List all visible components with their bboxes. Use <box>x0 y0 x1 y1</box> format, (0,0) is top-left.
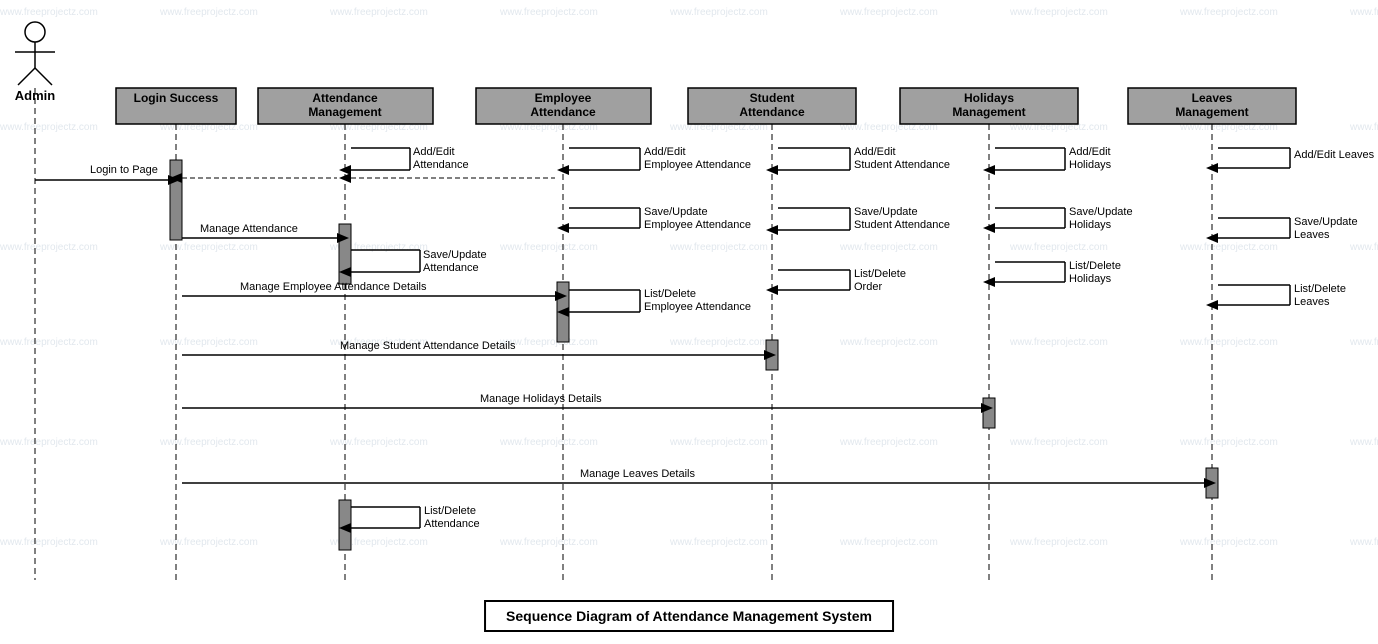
admin-actor-leg-left <box>18 68 35 85</box>
svg-text:www.freeprojectz.com: www.freeprojectz.com <box>1179 537 1278 548</box>
svg-text:www.freeprojectz.com: www.freeprojectz.com <box>1349 337 1378 348</box>
leaves-mgmt-label2: Management <box>1175 105 1248 119</box>
employee-attendance-label1: Employee <box>535 91 592 105</box>
msg-save-leaves-label2: Leaves <box>1294 229 1330 241</box>
svg-text:www.freeprojectz.com: www.freeprojectz.com <box>669 537 768 548</box>
svg-text:www.freeprojectz.com: www.freeprojectz.com <box>159 537 258 548</box>
svg-text:www.freeprojectz.com: www.freeprojectz.com <box>669 242 768 253</box>
svg-text:www.freeprojectz.com: www.freeprojectz.com <box>1349 437 1378 448</box>
diagram-canvas: www.freeprojectz.com www.freeprojectz.co… <box>0 0 1378 644</box>
msg-login-to-page-label: Login to Page <box>90 164 158 176</box>
svg-text:www.freeprojectz.com: www.freeprojectz.com <box>0 437 98 448</box>
svg-text:www.freeprojectz.com: www.freeprojectz.com <box>839 242 938 253</box>
msg-add-holidays-label2: Holidays <box>1069 159 1112 171</box>
svg-text:www.freeprojectz.com: www.freeprojectz.com <box>0 7 98 18</box>
svg-text:www.freeprojectz.com: www.freeprojectz.com <box>669 337 768 348</box>
msg-add-student-label1: Add/Edit <box>854 146 896 158</box>
attendance-mgmt-label1: Attendance <box>312 91 378 105</box>
svg-text:www.freeprojectz.com: www.freeprojectz.com <box>839 537 938 548</box>
login-success-activation <box>170 160 182 240</box>
msg-save-student-label1: Save/Update <box>854 206 918 218</box>
msg-save-update-attendance-label2: Attendance <box>423 262 479 274</box>
svg-text:www.freeprojectz.com: www.freeprojectz.com <box>159 242 258 253</box>
diagram-title: Sequence Diagram of Attendance Managemen… <box>484 600 894 632</box>
msg-save-leaves-label1: Save/Update <box>1294 216 1358 228</box>
msg-save-holidays-label2: Holidays <box>1069 219 1112 231</box>
student-attendance-label2: Attendance <box>739 105 805 119</box>
svg-text:www.freeprojectz.com: www.freeprojectz.com <box>0 537 98 548</box>
svg-text:www.freeprojectz.com: www.freeprojectz.com <box>1179 7 1278 18</box>
svg-text:www.freeprojectz.com: www.freeprojectz.com <box>1179 337 1278 348</box>
msg-add-edit-attendance-label2: Attendance <box>413 159 469 171</box>
svg-text:www.freeprojectz.com: www.freeprojectz.com <box>329 7 428 18</box>
msg-manage-emp-label: Manage Employee Attendance Details <box>240 281 427 293</box>
msg-add-student-label2: Student Attendance <box>854 159 950 171</box>
msg-save-emp-label2: Employee Attendance <box>644 219 751 231</box>
msg-list-attendance-label2: Attendance <box>424 518 480 530</box>
svg-text:www.freeprojectz.com: www.freeprojectz.com <box>159 7 258 18</box>
svg-text:www.freeprojectz.com: www.freeprojectz.com <box>499 537 598 548</box>
svg-text:www.freeprojectz.com: www.freeprojectz.com <box>0 337 98 348</box>
svg-text:www.freeprojectz.com: www.freeprojectz.com <box>1179 437 1278 448</box>
msg-list-student-label1: List/Delete <box>854 268 906 280</box>
svg-text:www.freeprojectz.com: www.freeprojectz.com <box>839 7 938 18</box>
msg-list-leaves-label1: List/Delete <box>1294 283 1346 295</box>
svg-text:www.freeprojectz.com: www.freeprojectz.com <box>669 7 768 18</box>
svg-text:www.freeprojectz.com: www.freeprojectz.com <box>499 437 598 448</box>
msg-add-edit-attendance-label1: Add/Edit <box>413 146 455 158</box>
msg-list-attendance-label1: List/Delete <box>424 505 476 517</box>
svg-text:www.freeprojectz.com: www.freeprojectz.com <box>499 7 598 18</box>
msg-manage-attendance-label: Manage Attendance <box>200 223 298 235</box>
msg-add-leaves-label: Add/Edit Leaves <box>1294 149 1375 161</box>
svg-text:www.freeprojectz.com: www.freeprojectz.com <box>1009 437 1108 448</box>
msg-add-edit-emp-label1: Add/Edit <box>644 146 686 158</box>
svg-text:www.freeprojectz.com: www.freeprojectz.com <box>669 437 768 448</box>
svg-text:www.freeprojectz.com: www.freeprojectz.com <box>159 337 258 348</box>
svg-text:www.freeprojectz.com: www.freeprojectz.com <box>329 437 428 448</box>
svg-text:www.freeprojectz.com: www.freeprojectz.com <box>1349 7 1378 18</box>
svg-text:www.freeprojectz.com: www.freeprojectz.com <box>1349 122 1378 133</box>
msg-list-leaves-label2: Leaves <box>1294 296 1330 308</box>
svg-text:www.freeprojectz.com: www.freeprojectz.com <box>1009 242 1108 253</box>
msg-save-update-attendance-label1: Save/Update <box>423 249 487 261</box>
admin-actor-head <box>25 22 45 42</box>
msg-save-holidays-label1: Save/Update <box>1069 206 1133 218</box>
msg-list-holidays-label1: List/Delete <box>1069 260 1121 272</box>
svg-text:www.freeprojectz.com: www.freeprojectz.com <box>499 242 598 253</box>
msg-save-student-label2: Student Attendance <box>854 219 950 231</box>
svg-text:www.freeprojectz.com: www.freeprojectz.com <box>0 242 98 253</box>
admin-actor-leg-right <box>35 68 52 85</box>
attendance-mgmt-label2: Management <box>308 105 381 119</box>
msg-manage-student-label: Manage Student Attendance Details <box>340 340 516 352</box>
svg-text:www.freeprojectz.com: www.freeprojectz.com <box>839 437 938 448</box>
msg-list-emp-label1: List/Delete <box>644 288 696 300</box>
svg-text:www.freeprojectz.com: www.freeprojectz.com <box>1009 337 1108 348</box>
msg-add-holidays-label1: Add/Edit <box>1069 146 1111 158</box>
msg-manage-leaves-label: Manage Leaves Details <box>580 468 695 480</box>
msg-add-edit-emp-label2: Employee Attendance <box>644 159 751 171</box>
svg-text:www.freeprojectz.com: www.freeprojectz.com <box>0 122 98 133</box>
msg-list-emp-label2: Employee Attendance <box>644 301 751 313</box>
svg-text:www.freeprojectz.com: www.freeprojectz.com <box>839 337 938 348</box>
svg-text:www.freeprojectz.com: www.freeprojectz.com <box>1349 537 1378 548</box>
holidays-mgmt-label1: Holidays <box>964 91 1014 105</box>
holidays-mgmt-activation <box>983 398 995 428</box>
leaves-mgmt-label1: Leaves <box>1192 91 1233 105</box>
holidays-mgmt-label2: Management <box>952 105 1025 119</box>
svg-text:www.freeprojectz.com: www.freeprojectz.com <box>1009 537 1108 548</box>
msg-list-student-label2: Order <box>854 281 882 293</box>
msg-list-holidays-label2: Holidays <box>1069 273 1112 285</box>
svg-text:www.freeprojectz.com: www.freeprojectz.com <box>1009 7 1108 18</box>
msg-save-emp-label1: Save/Update <box>644 206 708 218</box>
msg-manage-holidays-label: Manage Holidays Details <box>480 393 602 405</box>
svg-text:www.freeprojectz.com: www.freeprojectz.com <box>1179 242 1278 253</box>
employee-attendance-label2: Attendance <box>530 105 596 119</box>
student-attendance-label1: Student <box>750 91 795 105</box>
svg-text:www.freeprojectz.com: www.freeprojectz.com <box>1349 242 1378 253</box>
svg-text:www.freeprojectz.com: www.freeprojectz.com <box>159 437 258 448</box>
login-success-label: Login Success <box>134 91 219 105</box>
